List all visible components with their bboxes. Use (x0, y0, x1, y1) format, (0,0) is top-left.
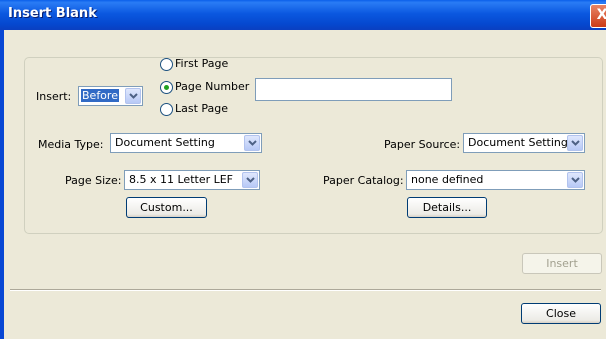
insert-blank-dialog: Insert Blank X Insert: Before First Page… (0, 0, 606, 339)
first-page-label[interactable]: First Page (175, 57, 228, 70)
paper-catalog-select[interactable]: none defined (406, 170, 585, 190)
divider (10, 289, 601, 291)
insert-position-value: Before (81, 89, 119, 102)
page-size-select[interactable]: 8.5 x 11 Letter LEF (124, 170, 260, 190)
close-window-button[interactable]: X (590, 4, 606, 28)
chevron-down-icon[interactable] (567, 172, 583, 188)
dialog-title: Insert Blank (8, 6, 97, 21)
window-frame-left (0, 30, 4, 339)
page-number-label[interactable]: Page Number (175, 80, 249, 93)
insert-label: Insert: (36, 90, 72, 103)
page-size-value: 8.5 x 11 Letter LEF (129, 173, 234, 186)
page-number-input[interactable] (255, 78, 452, 101)
page-number-radio[interactable] (160, 81, 173, 94)
paper-source-label: Paper Source: (384, 138, 461, 151)
paper-source-value: Document Setting (468, 136, 568, 149)
paper-catalog-label: Paper Catalog: (323, 174, 404, 187)
media-type-label: Media Type: (38, 138, 104, 151)
insert-button[interactable]: Insert (522, 253, 602, 274)
close-icon: X (596, 7, 606, 23)
title-bar[interactable]: Insert Blank X (0, 0, 606, 30)
custom-button[interactable]: Custom... (126, 197, 207, 218)
details-button[interactable]: Details... (407, 197, 487, 218)
first-page-radio[interactable] (160, 58, 173, 71)
last-page-label[interactable]: Last Page (175, 102, 228, 115)
paper-catalog-value: none defined (411, 173, 484, 186)
chevron-down-icon[interactable] (125, 88, 141, 104)
chevron-down-icon[interactable] (242, 172, 258, 188)
insert-position-select[interactable]: Before (78, 86, 143, 106)
chevron-down-icon[interactable] (244, 135, 260, 151)
page-size-label: Page Size: (65, 174, 122, 187)
media-type-value: Document Setting (115, 136, 215, 149)
close-button[interactable]: Close (521, 303, 601, 324)
paper-source-select[interactable]: Document Setting (463, 133, 585, 153)
media-type-select[interactable]: Document Setting (110, 133, 262, 153)
last-page-radio[interactable] (160, 103, 173, 116)
chevron-down-icon[interactable] (567, 135, 583, 151)
